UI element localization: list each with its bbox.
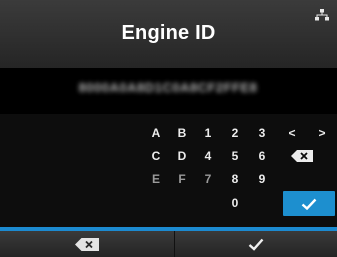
checkmark-icon: [301, 198, 317, 210]
footer-backspace-button[interactable]: [0, 231, 174, 257]
key-9[interactable]: 9: [248, 166, 276, 192]
key-0[interactable]: 0: [221, 190, 249, 216]
key-8[interactable]: 8: [221, 166, 249, 192]
footer-confirm-button[interactable]: [175, 231, 337, 257]
key-e[interactable]: E: [142, 166, 170, 192]
keypad-enter-button[interactable]: [283, 191, 335, 216]
page-title: Engine ID: [121, 22, 216, 44]
key-f[interactable]: F: [168, 166, 196, 192]
key-7[interactable]: 7: [194, 166, 222, 192]
keypad-backspace-button[interactable]: [285, 143, 319, 169]
backspace-icon: [75, 237, 99, 251]
backspace-icon: [291, 150, 313, 162]
network-icon: [315, 9, 329, 21]
engine-id-value: 8000A0A8D1C0A8CF2FFE8: [78, 80, 258, 95]
checkmark-icon: [248, 238, 264, 251]
